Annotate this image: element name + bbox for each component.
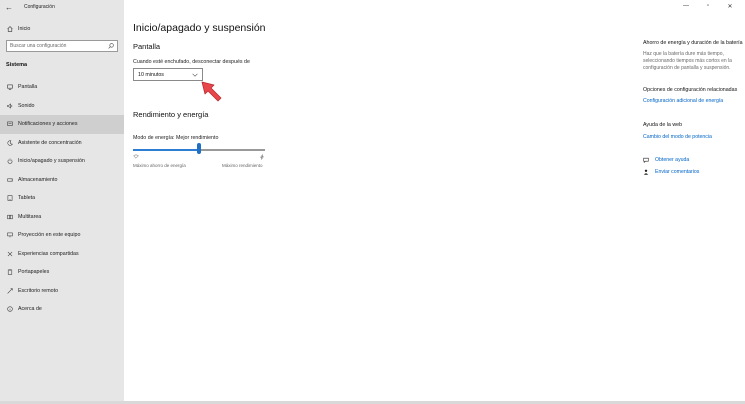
sidebar-item-label: Tableta xyxy=(18,195,36,202)
sidebar-item-label: Escritorio remoto xyxy=(18,287,59,294)
sidebar-item-label: Notificaciones y acciones xyxy=(18,121,78,128)
back-button[interactable]: ← xyxy=(2,0,16,14)
sidebar-item-label: Multitarea xyxy=(18,213,42,220)
power-icon xyxy=(7,158,13,164)
section-heading-pantalla: Pantalla xyxy=(133,42,161,51)
speaker-icon xyxy=(7,103,13,109)
shared-icon xyxy=(7,251,13,257)
sidebar-item-pantalla[interactable]: Pantalla xyxy=(0,78,124,97)
battery-saver-icon xyxy=(133,154,139,159)
sidebar-item-label: Proyección en este equipo xyxy=(18,232,81,239)
change-power-mode-link[interactable]: Cambio del modo de potencia xyxy=(643,134,743,141)
screen-timeout-label: Cuando esté enchufado, desconectar despu… xyxy=(133,59,250,65)
close-button[interactable]: ✕ xyxy=(719,0,741,12)
sidebar-item-tableta[interactable]: Tableta xyxy=(0,189,124,208)
send-feedback-link[interactable]: Enviar comentarios xyxy=(655,169,699,176)
info-icon xyxy=(7,306,13,312)
main-content: — ▫ ✕ Inicio/apagado y suspensión Pantal… xyxy=(124,0,745,401)
feedback-icon xyxy=(643,169,649,176)
monitor-icon xyxy=(7,84,13,90)
get-help-link[interactable]: Obtener ayuda xyxy=(655,157,689,164)
remote-desktop-icon xyxy=(7,288,13,294)
help-chat-icon xyxy=(643,157,649,164)
sidebar-item-label: Acerca de xyxy=(18,306,42,313)
search-input[interactable]: Buscar una configuración xyxy=(6,40,118,52)
storage-icon xyxy=(7,177,13,183)
section-heading-rendimiento: Rendimiento y energía xyxy=(133,110,209,119)
sidebar-item-escritorio-remoto[interactable]: Escritorio remoto xyxy=(0,282,124,301)
sidebar-item-sonido[interactable]: Sonido xyxy=(0,97,124,116)
sidebar-item-portapapeles[interactable]: Portapapeles xyxy=(0,263,124,282)
sidebar-item-label: Inicio xyxy=(18,25,31,32)
battery-description: Haz que la batería dure más tiempo, sele… xyxy=(643,50,732,72)
app-title: Configuración xyxy=(24,4,55,10)
power-mode-label: Modo de energía: Mejor rendimiento xyxy=(133,135,219,141)
settings-window: ← Configuración Inicio Buscar una config… xyxy=(0,0,745,401)
pointer-arrow-icon xyxy=(201,81,222,102)
clipboard-icon xyxy=(7,269,13,275)
sidebar-item-acerca-de[interactable]: Acerca de xyxy=(0,300,124,319)
chevron-down-icon xyxy=(192,73,198,77)
notifications-icon xyxy=(7,121,13,127)
sidebar-item-concentracion[interactable]: Asistente de concentración xyxy=(0,134,124,153)
search-placeholder: Buscar una configuración xyxy=(10,43,67,49)
sidebar-item-multitarea[interactable]: Multitarea xyxy=(0,208,124,227)
dropdown-value: 10 minutos xyxy=(138,71,164,78)
slider-thumb[interactable] xyxy=(197,143,201,154)
get-help-row[interactable]: Obtener ayuda xyxy=(643,154,743,166)
sidebar-item-home[interactable]: Inicio xyxy=(0,22,124,35)
additional-power-settings-link[interactable]: Configuración adicional de energía xyxy=(643,98,743,105)
web-help-heading: Ayuda de la web xyxy=(643,121,683,128)
sidebar-item-experiencias[interactable]: Experiencias compartidas xyxy=(0,245,124,264)
moon-icon xyxy=(7,140,13,146)
sidebar-item-label: Pantalla xyxy=(18,84,38,91)
section-heading: Sistema xyxy=(6,62,28,68)
window-controls: — ▫ ✕ xyxy=(675,0,741,12)
related-settings-heading: Opciones de configuración relacionadas xyxy=(643,87,738,94)
projection-icon xyxy=(7,232,13,238)
sidebar-item-label: Almacenamiento xyxy=(18,176,58,183)
sidebar-item-label: Experiencias compartidas xyxy=(18,250,79,257)
sidebar-item-proyeccion[interactable]: Proyección en este equipo xyxy=(0,226,124,245)
slider-icons xyxy=(133,154,265,160)
slider-max-label: Máximo rendimiento xyxy=(222,163,263,168)
sidebar-item-label: Inicio/apagado y suspensión xyxy=(18,158,85,165)
sidebar-item-label: Sonido xyxy=(18,102,35,109)
sidebar-item-label: Portapapeles xyxy=(18,269,50,276)
maximize-button[interactable]: ▫ xyxy=(697,0,719,12)
sidebar-nav: Pantalla Sonido Notificaciones y accione… xyxy=(0,78,124,319)
feedback-row[interactable]: Enviar comentarios xyxy=(643,166,743,178)
sidebar-item-inicio-apagado[interactable]: Inicio/apagado y suspensión xyxy=(0,152,124,171)
screen-timeout-dropdown[interactable]: 10 minutos xyxy=(133,68,203,81)
tablet-icon xyxy=(7,195,13,201)
right-pane: Ahorro de energía y duración de la bater… xyxy=(643,40,743,178)
minimize-button[interactable]: — xyxy=(675,0,697,12)
slider-fill xyxy=(133,149,199,151)
multitask-icon xyxy=(7,214,13,220)
sidebar: ← Configuración Inicio Buscar una config… xyxy=(0,0,124,401)
title-bar: ← Configuración xyxy=(0,0,124,14)
sidebar-item-label: Asistente de concentración xyxy=(18,139,82,146)
slider-min-label: Máximo ahorro de energía xyxy=(133,163,186,168)
sidebar-item-notificaciones[interactable]: Notificaciones y acciones xyxy=(0,115,124,134)
battery-heading: Ahorro de energía y duración de la bater… xyxy=(643,40,743,46)
home-icon xyxy=(7,25,13,32)
page-title: Inicio/apagado y suspensión xyxy=(133,22,266,34)
sidebar-item-almacenamiento[interactable]: Almacenamiento xyxy=(0,171,124,190)
performance-icon xyxy=(260,154,264,160)
search-icon xyxy=(108,43,114,49)
